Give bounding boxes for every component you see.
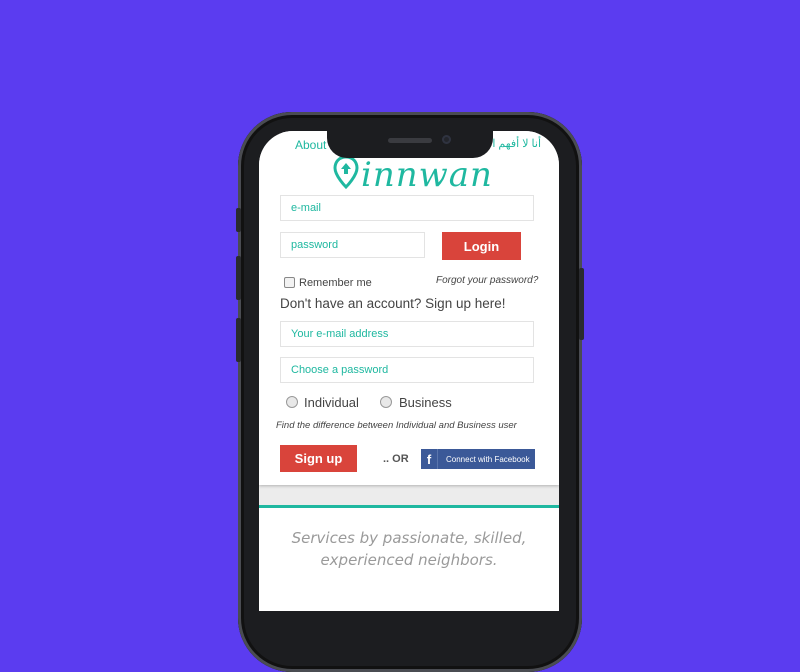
phone-screen: About أنا لا أفهم اللغة innwan Login Rem… [259, 131, 559, 611]
phone-mute-switch [236, 208, 241, 232]
forgot-password-link[interactable]: Forgot your password? [436, 275, 538, 286]
innwan-logo[interactable]: innwan [333, 155, 492, 195]
facebook-connect-button[interactable]: f Connect with Facebook [421, 449, 535, 469]
remember-me-label: Remember me [299, 277, 372, 289]
logo-wordmark: innwan [361, 155, 493, 195]
tagline-line-2: experienced neighbors. [320, 551, 498, 569]
front-camera-icon [442, 135, 451, 144]
phone-notch [327, 128, 493, 158]
facebook-connect-label: Connect with Facebook [446, 454, 530, 464]
login-password-input[interactable] [280, 232, 425, 258]
login-email-input[interactable] [280, 195, 534, 221]
signup-password-input[interactable] [280, 357, 534, 383]
signup-email-input[interactable] [280, 321, 534, 347]
business-label: Business [399, 395, 452, 410]
phone-power-button [579, 268, 584, 340]
individual-radio[interactable] [286, 396, 298, 408]
user-type-difference-link[interactable]: Find the difference between Individual a… [276, 420, 517, 431]
remember-me-checkbox[interactable] [284, 277, 295, 288]
phone-speaker [388, 138, 432, 143]
login-button[interactable]: Login [442, 232, 521, 260]
phone-volume-up [236, 256, 241, 300]
login-card: About أنا لا أفهم اللغة innwan Login Rem… [259, 131, 559, 485]
or-separator: .. OR [383, 453, 409, 465]
tagline-line-1: Services by passionate, skilled, [291, 529, 527, 547]
individual-label: Individual [304, 395, 359, 410]
facebook-icon: f [421, 449, 438, 469]
phone-volume-down [236, 318, 241, 362]
signup-heading: Don't have an account? Sign up here! [280, 296, 506, 311]
tagline: Services by passionate, skilled, experie… [259, 527, 559, 571]
location-pin-icon [333, 155, 359, 190]
nav-about-link[interactable]: About [295, 138, 326, 152]
signup-button[interactable]: Sign up [280, 445, 357, 472]
business-radio[interactable] [380, 396, 392, 408]
